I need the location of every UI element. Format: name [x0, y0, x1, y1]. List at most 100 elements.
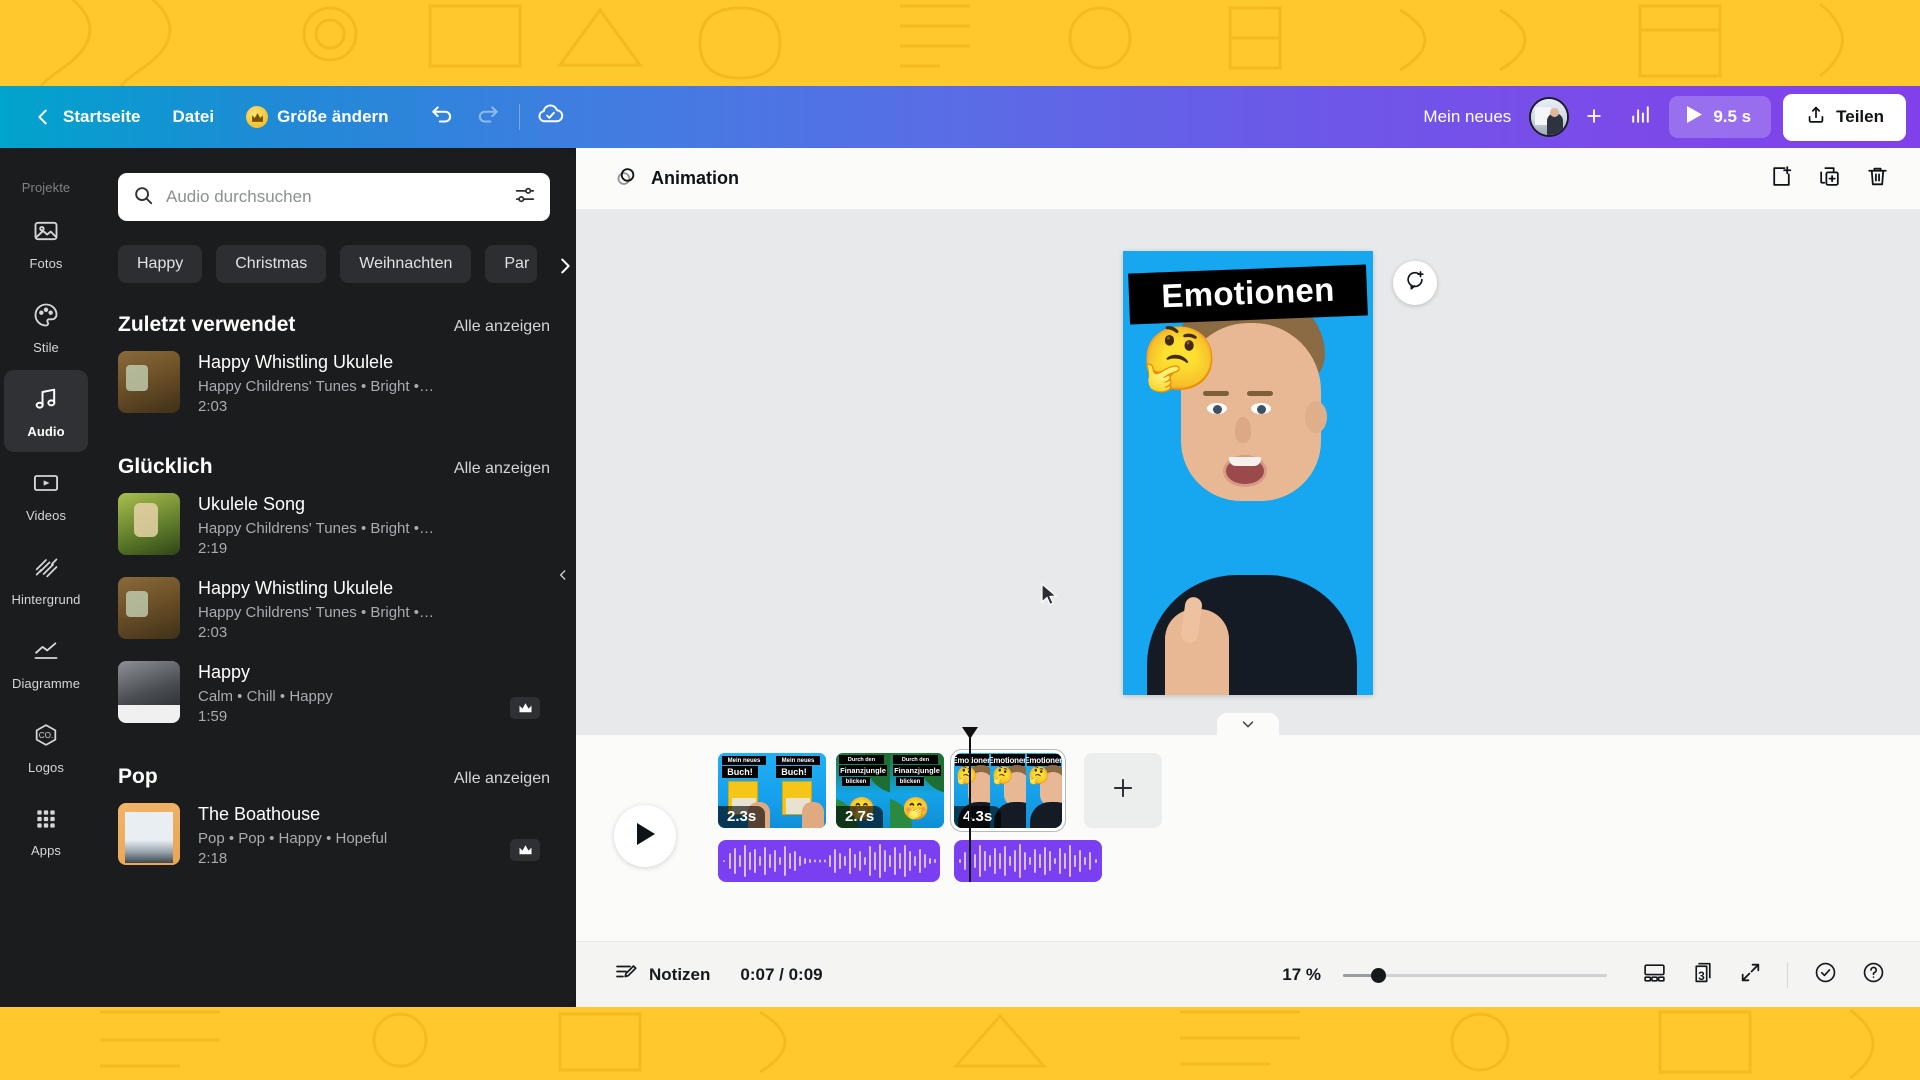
list-item[interactable]: Happy Whistling Ukulele Happy Childrens'…	[118, 341, 550, 425]
add-page-button[interactable]	[1084, 753, 1162, 828]
timeline-clip[interactable]: Mein neues Buch! Mein neues Buch! 2.3s	[718, 753, 826, 828]
clip-label-top: Mein neues	[776, 756, 820, 765]
timeline-clip-selected[interactable]: Emotionen 🤔 Emotionen 🤔 Emotionen 🤔 4.3s	[951, 750, 1065, 831]
timeline-play-button[interactable]	[614, 805, 676, 867]
premium-crown-icon	[510, 697, 540, 719]
tag-christmas[interactable]: Christmas	[216, 245, 327, 283]
add-page-button[interactable]	[1760, 158, 1802, 200]
timeline-collapse-button[interactable]	[1217, 713, 1279, 736]
chevron-left-icon	[556, 568, 570, 587]
sidebar-item-label: Logos	[28, 759, 64, 775]
fullscreen-button[interactable]	[1729, 954, 1771, 996]
audio-clip[interactable]	[718, 840, 940, 882]
line-chart-icon	[32, 637, 60, 670]
pages-button[interactable]: 3	[1681, 954, 1723, 996]
tag-weihnachten[interactable]: Weihnachten	[340, 245, 472, 283]
sidebar-item-label: Videos	[25, 507, 67, 523]
timeline-icon	[1642, 960, 1667, 990]
clip-label-top: Mein neues	[722, 756, 766, 765]
status-divider	[1787, 961, 1788, 988]
sliders-icon[interactable]	[514, 184, 536, 211]
save-status-button[interactable]	[530, 96, 572, 138]
add-comment-button[interactable]	[1393, 260, 1437, 305]
audio-panel: Happy Christmas Weihnachten Par Zuletzt …	[92, 148, 576, 1007]
track-tags: Pop • Pop • Happy • Hopeful	[198, 830, 388, 847]
undo-button[interactable]	[421, 96, 463, 138]
video-icon	[32, 469, 60, 502]
clip-label-main: Buch!	[722, 766, 758, 778]
svg-text:CO.: CO.	[39, 731, 54, 740]
track-tags: Happy Childrens' Tunes • Bright •…	[198, 520, 434, 537]
delete-page-button[interactable]	[1856, 158, 1898, 200]
list-item[interactable]: Happy Calm • Chill • Happy 1:59	[118, 651, 550, 735]
sidebar-item-apps[interactable]: Apps	[4, 790, 88, 872]
check-status-button[interactable]	[1804, 954, 1846, 996]
timeline-clip[interactable]: Durch den Finanzjungle blicken 🤭 Durch d…	[836, 753, 944, 828]
page-count-label: 3	[1698, 969, 1705, 984]
insights-button[interactable]	[1619, 96, 1661, 138]
clip-label-main: Emotionen	[1026, 754, 1062, 766]
animation-button[interactable]: Animation	[602, 156, 751, 202]
user-avatar[interactable]	[1529, 97, 1570, 137]
see-all-link[interactable]: Alle anzeigen	[454, 460, 550, 478]
chevron-right-icon[interactable]	[548, 245, 576, 287]
audio-clip[interactable]	[954, 840, 1102, 882]
search-input[interactable]	[166, 187, 502, 207]
tag-party[interactable]: Par	[485, 245, 538, 283]
timeline-toggle-button[interactable]	[1633, 954, 1675, 996]
design-canvas[interactable]: 🤔 Emotionen	[1123, 250, 1373, 695]
sidebar-item-stile[interactable]: Stile	[4, 286, 88, 368]
sidebar-item-fotos[interactable]: Fotos	[4, 202, 88, 284]
chevron-left-icon	[32, 106, 54, 128]
see-all-link[interactable]: Alle anzeigen	[454, 318, 550, 336]
sidebar-item-hintergrund[interactable]: Hintergrund	[4, 538, 88, 620]
zoom-slider[interactable]	[1343, 965, 1607, 985]
add-comment-icon	[1404, 269, 1426, 296]
sidebar-item-logos[interactable]: CO. Logos	[4, 706, 88, 788]
track-name: Happy	[198, 662, 251, 682]
track-duration: 2:03	[198, 624, 228, 641]
sidebar-item-diagramme[interactable]: Diagramme	[4, 622, 88, 704]
share-button[interactable]: Teilen	[1783, 93, 1906, 141]
list-item[interactable]: Ukulele Song Happy Childrens' Tunes • Br…	[118, 483, 550, 567]
panel-collapse-button[interactable]	[549, 539, 576, 616]
trash-icon	[1865, 164, 1890, 194]
bar-chart-icon	[1628, 102, 1653, 132]
canvas-stage: 🤔 Emotionen	[576, 210, 1920, 735]
clip-label-top: Durch den	[893, 755, 938, 764]
document-title[interactable]: Mein neues	[1413, 101, 1521, 133]
track-name: Ukulele Song	[198, 494, 306, 514]
upload-icon	[1805, 104, 1827, 131]
chevron-down-icon	[1239, 715, 1257, 738]
tag-filter-row: Happy Christmas Weihnachten Par	[118, 245, 570, 283]
sidebar-item-videos[interactable]: Videos	[4, 454, 88, 536]
play-icon	[633, 821, 657, 852]
preview-play-button[interactable]: 9.5 s	[1669, 96, 1772, 138]
add-collaborator-button[interactable]	[1577, 100, 1611, 134]
search-icon	[132, 184, 154, 211]
list-item[interactable]: Happy Whistling Ukulele Happy Childrens'…	[118, 567, 550, 651]
notes-button[interactable]: Notizen	[602, 952, 722, 997]
redo-button[interactable]	[467, 96, 509, 138]
clip-label-main: Emotionen	[954, 754, 990, 766]
canvas-title-text[interactable]: Emotionen	[1128, 263, 1368, 325]
file-menu-button[interactable]: Datei	[158, 99, 228, 135]
list-item[interactable]: The Boathouse Pop • Pop • Happy • Hopefu…	[118, 793, 550, 877]
file-label: Datei	[172, 107, 215, 126]
canvas-emoji[interactable]: 🤔	[1141, 328, 1218, 391]
expand-icon	[1738, 960, 1763, 990]
clip-label-main: Finanzjungle	[893, 765, 941, 776]
sidebar-item-audio[interactable]: Audio	[4, 370, 88, 452]
tag-happy[interactable]: Happy	[118, 245, 203, 283]
sidebar-item-projekte[interactable]: Projekte	[4, 154, 88, 200]
section-title: Pop	[118, 765, 158, 788]
help-button[interactable]	[1852, 954, 1894, 996]
clip-duration: 4.3s	[954, 806, 1002, 828]
clip-duration: 2.3s	[718, 806, 766, 828]
track-name: Happy Whistling Ukulele	[198, 578, 394, 598]
resize-button[interactable]: Größe ändern	[232, 98, 402, 136]
duplicate-page-button[interactable]	[1808, 158, 1850, 200]
section-header-recent: Zuletzt verwendet Alle anzeigen	[118, 313, 550, 337]
see-all-link[interactable]: Alle anzeigen	[454, 770, 550, 788]
home-button[interactable]: Startseite	[18, 98, 154, 136]
